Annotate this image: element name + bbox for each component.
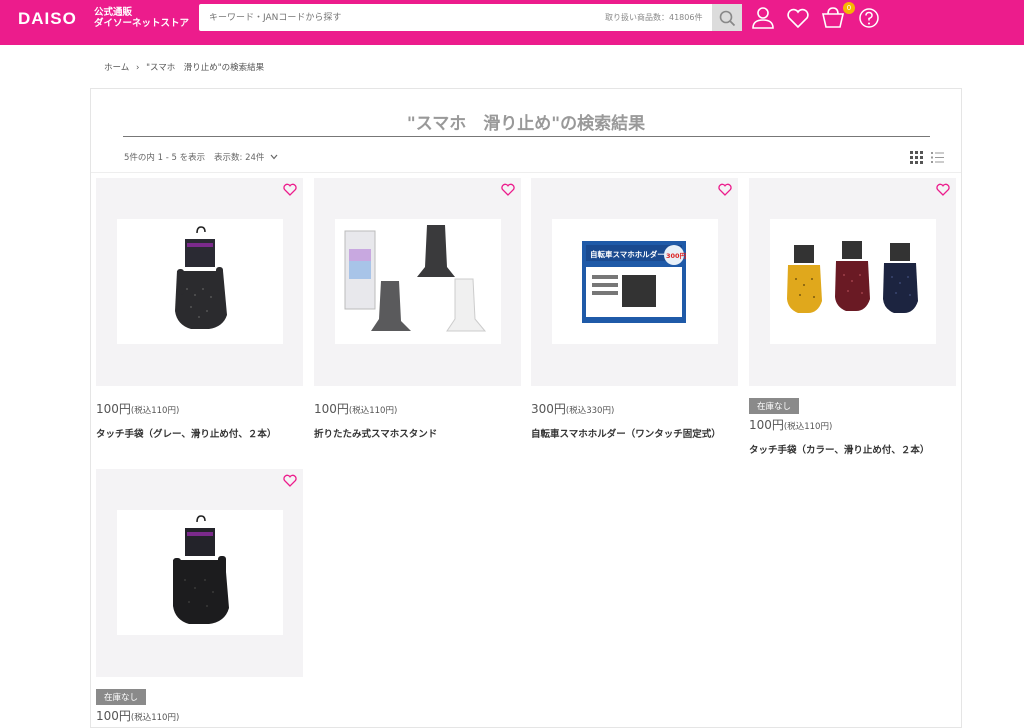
heart-icon[interactable] bbox=[501, 183, 515, 196]
price-tax: (税込110円) bbox=[348, 406, 398, 416]
price-tax: (税込330円) bbox=[565, 406, 615, 416]
price-tax: (税込110円) bbox=[783, 422, 833, 432]
price-value: 100円 bbox=[96, 709, 131, 723]
help-button[interactable] bbox=[856, 6, 882, 30]
product-price: 100円(税込110円) bbox=[314, 400, 521, 417]
black-glove-image bbox=[173, 515, 229, 624]
panel-divider bbox=[91, 172, 961, 173]
product-image bbox=[770, 219, 936, 344]
cart-count-badge: 0 bbox=[843, 2, 855, 14]
logo-subtitle-line1: 公式通販 bbox=[94, 7, 133, 18]
product-card[interactable]: 在庫なし 100円(税込110円) bbox=[96, 469, 303, 724]
product-name[interactable]: タッチ手袋（グレー、滑り止め付、２本） bbox=[96, 426, 303, 440]
logo-subtitle-line2: ダイソーネットストア bbox=[94, 18, 190, 29]
product-price: 300円(税込330円) bbox=[531, 400, 738, 417]
result-count: 5件の内 1 - 5 を表示 bbox=[124, 153, 206, 163]
logo-subtitle[interactable]: 公式通販 ダイソーネットストア bbox=[94, 7, 189, 29]
out-of-stock-badge: 在庫なし bbox=[96, 689, 147, 705]
account-button[interactable] bbox=[750, 6, 776, 30]
product-card[interactable]: 在庫なし 100円(税込110円) タッチ手袋（カラー、滑り止め付、２本） bbox=[749, 178, 956, 456]
list-icon bbox=[931, 152, 944, 163]
search-bar: 取り扱い商品数：41806件 bbox=[199, 4, 742, 31]
user-icon bbox=[752, 7, 774, 29]
product-image-frame[interactable] bbox=[314, 178, 521, 386]
bike-holder-box-image: 自転車スマホホルダー 300円 bbox=[582, 241, 687, 323]
product-image-frame[interactable] bbox=[96, 469, 303, 677]
title-divider bbox=[123, 136, 930, 137]
heart-icon[interactable] bbox=[936, 183, 950, 196]
cart-icon bbox=[821, 7, 845, 28]
breadcrumb-separator: › bbox=[135, 63, 140, 73]
product-image-frame[interactable]: 自転車スマホホルダー 300円 bbox=[531, 178, 738, 386]
breadcrumb-current: "スマホ 滑り止め"の検索結果 bbox=[146, 63, 265, 73]
daiso-logo[interactable]: DAISO bbox=[18, 9, 77, 29]
price-value: 100円 bbox=[96, 402, 131, 416]
product-card[interactable]: 100円(税込110円) タッチ手袋（グレー、滑り止め付、２本） bbox=[96, 178, 303, 440]
product-card[interactable]: 自転車スマホホルダー 300円 300円(税込330円) 自転車スマホホルダー（… bbox=[531, 178, 738, 440]
price-value: 300円 bbox=[531, 402, 566, 416]
help-icon bbox=[859, 8, 879, 28]
heart-icon bbox=[787, 8, 809, 29]
page-title: "スマホ 滑り止め"の検索結果 bbox=[406, 114, 646, 134]
grid-view-button[interactable] bbox=[910, 149, 923, 164]
box-price-badge: 300円 bbox=[666, 252, 687, 260]
product-price: 100円(税込110円) bbox=[96, 400, 303, 417]
price-tax: (税込110円) bbox=[130, 713, 180, 723]
search-button[interactable] bbox=[712, 4, 742, 31]
product-name[interactable]: 自転車スマホホルダー（ワンタッチ固定式） bbox=[531, 426, 738, 440]
per-page-select[interactable]: 表示数: 24件 bbox=[214, 151, 278, 163]
product-image bbox=[117, 219, 283, 344]
product-price: 100円(税込110円) bbox=[749, 416, 956, 433]
heart-icon[interactable] bbox=[283, 474, 297, 487]
search-icon bbox=[719, 10, 736, 27]
site-header: DAISO 公式通販 ダイソーネットストア 取り扱い商品数：41806件 0 bbox=[0, 0, 1024, 45]
gray-glove-image bbox=[175, 226, 227, 329]
out-of-stock-badge: 在庫なし bbox=[749, 398, 800, 414]
favorites-button[interactable] bbox=[785, 6, 811, 30]
search-input[interactable] bbox=[199, 4, 599, 31]
price-tax: (税込110円) bbox=[130, 406, 180, 416]
product-count: 取り扱い商品数：41806件 bbox=[605, 13, 703, 22]
chevron-down-icon bbox=[270, 154, 278, 160]
product-image: 自転車スマホホルダー 300円 bbox=[552, 219, 718, 344]
color-gloves-image bbox=[787, 241, 918, 313]
breadcrumb: ホーム › "スマホ 滑り止め"の検索結果 bbox=[104, 61, 268, 73]
product-image-frame[interactable] bbox=[749, 178, 956, 386]
phone-stand-image bbox=[344, 225, 487, 332]
heart-icon[interactable] bbox=[283, 183, 297, 196]
product-name[interactable]: 折りたたみ式スマホスタンド bbox=[314, 426, 521, 440]
cart-button[interactable] bbox=[820, 6, 846, 30]
price-value: 100円 bbox=[749, 418, 784, 432]
product-image bbox=[335, 219, 501, 344]
product-name[interactable]: タッチ手袋（カラー、滑り止め付、２本） bbox=[749, 442, 956, 456]
grid-icon bbox=[910, 151, 923, 164]
per-page-label: 表示数: 24件 bbox=[214, 153, 265, 163]
product-image-frame[interactable] bbox=[96, 178, 303, 386]
list-view-button[interactable] bbox=[931, 149, 944, 163]
product-image bbox=[117, 510, 283, 635]
heart-icon[interactable] bbox=[718, 183, 732, 196]
price-value: 100円 bbox=[314, 402, 349, 416]
box-label: 自転車スマホホルダー bbox=[590, 249, 665, 259]
product-card[interactable]: 100円(税込110円) 折りたたみ式スマホスタンド bbox=[314, 178, 521, 440]
breadcrumb-home[interactable]: ホーム bbox=[104, 63, 129, 73]
